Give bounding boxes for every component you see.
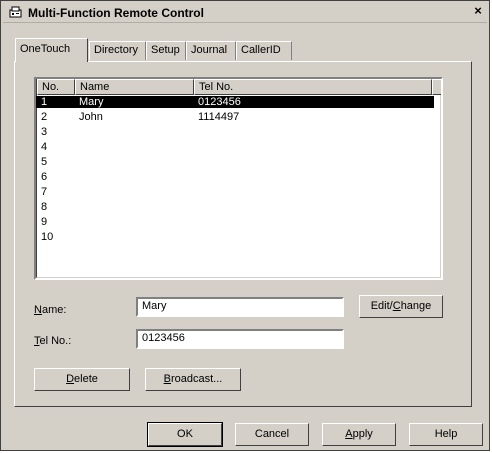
tel-field[interactable]: 0123456 [136, 329, 344, 349]
list-item[interactable]: 7 [36, 186, 434, 198]
onetouch-panel: No. Name Tel No. 1 Mary 0123456 2 John 111449… [14, 61, 472, 407]
list-item[interactable]: 6 [36, 171, 434, 183]
tab-onetouch[interactable]: OneTouch [15, 38, 88, 62]
tab-directory[interactable]: Directory [89, 41, 146, 60]
ok-button[interactable]: OK [147, 422, 223, 447]
tab-journal[interactable]: Journal [186, 41, 236, 60]
list-item[interactable]: 10 [36, 231, 434, 243]
column-header-tel[interactable]: Tel No. [194, 79, 432, 95]
tel-label: Tel No.: [34, 335, 72, 347]
edit-change-button[interactable]: Edit/Change [359, 295, 443, 318]
onetouch-list[interactable]: No. Name Tel No. 1 Mary 0123456 2 John 111449… [34, 77, 443, 280]
list-item-name: John [79, 111, 103, 123]
fax-machine-icon [9, 6, 22, 18]
broadcast-button[interactable]: Broadcast... [145, 368, 241, 391]
list-item[interactable]: 9 [36, 216, 434, 228]
list-item[interactable]: 2 John 1114497 [36, 111, 434, 123]
list-item[interactable]: 5 [36, 156, 434, 168]
title-bar[interactable]: Multi-Function Remote Control × [3, 3, 487, 23]
tab-setup[interactable]: Setup [146, 41, 186, 60]
list-item-number: 1 [41, 96, 48, 108]
name-label: Name: [34, 304, 67, 316]
apply-button[interactable]: Apply [322, 423, 396, 446]
list-item-number: 8 [41, 201, 48, 213]
close-button[interactable]: × [471, 4, 485, 18]
column-header-no[interactable]: No. [37, 79, 75, 95]
list-item[interactable]: 3 [36, 126, 434, 138]
list-item-number: 5 [41, 156, 48, 168]
help-button[interactable]: Help [409, 423, 483, 446]
list-item-number: 9 [41, 216, 48, 228]
remote-control-dialog: Multi-Function Remote Control × Director… [0, 0, 490, 451]
list-item-number: 4 [41, 141, 48, 153]
list-item-number: 7 [41, 186, 48, 198]
list-item-name: Mary [79, 96, 104, 108]
column-header-filler [432, 79, 441, 95]
name-field[interactable]: Mary [136, 297, 344, 317]
list-item-tel: 0123456 [198, 96, 241, 108]
list-item[interactable]: 4 [36, 141, 434, 153]
list-item-number: 3 [41, 126, 48, 138]
list-item-number: 6 [41, 171, 48, 183]
cancel-button[interactable]: Cancel [235, 423, 309, 446]
list-item-number: 10 [41, 231, 54, 243]
list-item-number: 2 [41, 111, 48, 123]
tab-callerid[interactable]: CallerID [236, 41, 292, 60]
list-item-tel: 1114497 [198, 111, 240, 123]
window-title: Multi-Function Remote Control [28, 6, 204, 20]
delete-button[interactable]: Delete [34, 368, 130, 391]
list-item[interactable]: 8 [36, 201, 434, 213]
list-item[interactable]: 1 Mary 0123456 [36, 96, 434, 108]
column-header-name[interactable]: Name [75, 79, 194, 95]
